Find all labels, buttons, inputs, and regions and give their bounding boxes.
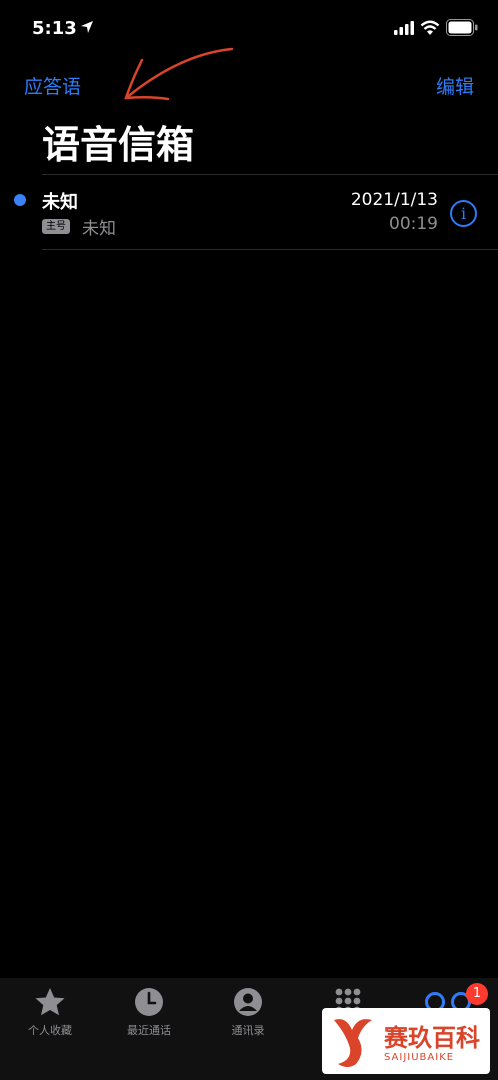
tab-label: 通讯录 [231,1024,265,1037]
voicemail-date: 2021/1/13 [350,190,438,210]
status-time: 5:13 [32,18,77,39]
line-badge: 主号 [42,219,70,234]
voicemail-caller: 未知 [42,192,78,213]
page-title: 语音信箱 [42,123,195,167]
watermark-subtitle: SAIJIUBAIKE [384,1052,455,1063]
whale-logo-icon [334,1019,372,1067]
tab-contacts[interactable]: 通讯录 [200,986,296,1038]
tab-label: 最近通话 [127,1024,171,1037]
watermark-title: 赛玖百科 [384,1024,480,1052]
person-icon [234,988,262,1016]
location-icon [81,21,93,33]
info-icon[interactable]: i [450,200,477,227]
voicemail-badge: 1 [466,983,488,1005]
battery-icon [446,19,478,36]
cellular-icon [394,21,414,35]
voicemail-duration: 00:19 [389,214,438,234]
annotation-arrow [124,47,234,101]
star-icon [35,988,65,1016]
tab-recents[interactable]: 最近通话 [101,986,197,1038]
greeting-button[interactable]: 应答语 [24,72,81,99]
wifi-icon [420,20,440,35]
tab-label: 个人收藏 [28,1024,72,1037]
divider [42,249,498,250]
divider [42,174,498,175]
clock-icon [135,988,163,1016]
unread-indicator [14,194,26,206]
edit-button[interactable]: 编辑 [436,72,474,99]
voicemail-subtitle: 未知 [82,219,116,239]
tab-favorites[interactable]: 个人收藏 [2,986,98,1038]
watermark: 赛玖百科 SAIJIUBAIKE [322,1008,490,1074]
